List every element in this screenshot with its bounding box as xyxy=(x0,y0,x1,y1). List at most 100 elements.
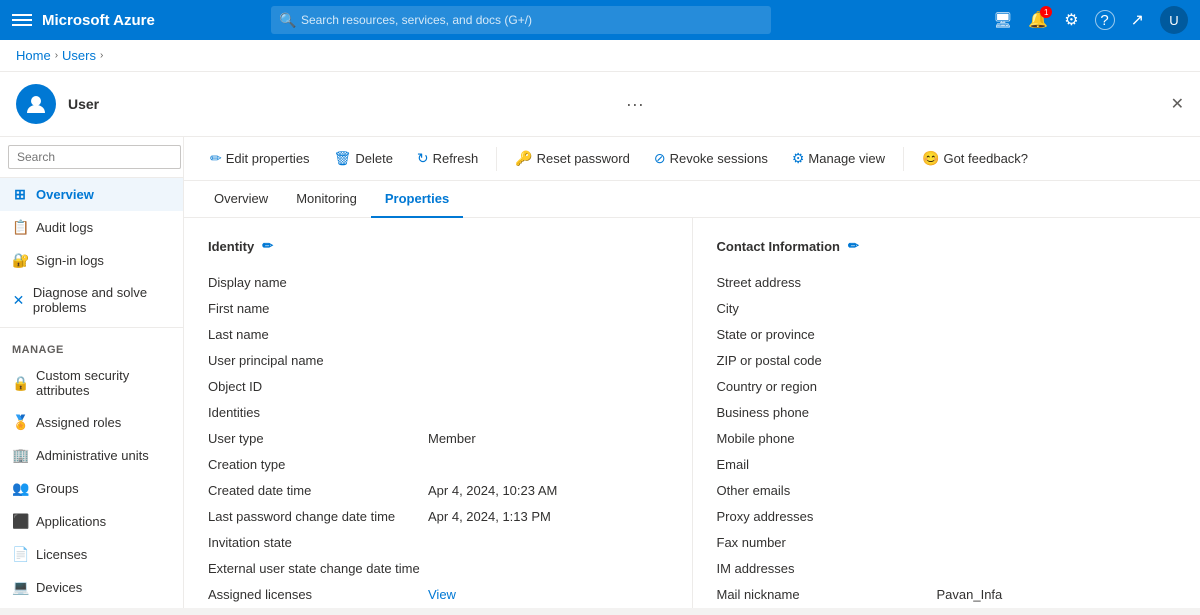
prop-label-display-name: Display name xyxy=(208,275,428,290)
sidebar-label-sign-in-logs: Sign-in logs xyxy=(36,253,104,268)
licenses-icon: 📄 xyxy=(12,546,28,563)
prop-street: Street address xyxy=(717,270,1177,296)
app-logo: Microsoft Azure xyxy=(42,12,155,29)
tab-monitoring[interactable]: Monitoring xyxy=(282,181,371,218)
groups-icon: 👥 xyxy=(12,480,28,497)
prop-im-addresses: IM addresses xyxy=(717,556,1177,582)
properties-area: Identity ✏ Display name First name Last … xyxy=(184,218,1200,608)
sign-in-logs-icon: 🔐 xyxy=(12,252,28,269)
contact-edit-icon[interactable]: ✏ xyxy=(848,238,859,254)
sidebar-item-sign-in-logs[interactable]: 🔐 Sign-in logs xyxy=(0,244,183,277)
sidebar-label-admin-units: Administrative units xyxy=(36,448,149,463)
identity-edit-icon[interactable]: ✏ xyxy=(262,238,273,254)
sidebar-item-licenses[interactable]: 📄 Licenses xyxy=(0,538,183,571)
sidebar-item-audit-logs[interactable]: 📋 Audit logs xyxy=(0,211,183,244)
prop-zip: ZIP or postal code xyxy=(717,348,1177,374)
prop-creation-type: Creation type xyxy=(208,452,668,478)
prop-value-user-type: Member xyxy=(428,431,476,446)
sidebar-label-custom-security: Custom security attributes xyxy=(36,368,171,398)
user-avatar[interactable]: U xyxy=(1160,6,1188,34)
main-layout: « ⊞ Overview 📋 Audit logs 🔐 Sign-in logs… xyxy=(0,137,1200,608)
got-feedback-button[interactable]: 😊 Got feedback? xyxy=(912,145,1038,172)
tab-properties[interactable]: Properties xyxy=(371,181,463,218)
prop-country: Country or region xyxy=(717,374,1177,400)
sidebar-item-devices[interactable]: 💻 Devices xyxy=(0,571,183,604)
prop-label-business-phone: Business phone xyxy=(717,405,937,420)
search-input[interactable] xyxy=(271,6,771,34)
refresh-button[interactable]: ↻ Refresh xyxy=(407,145,488,172)
feedback-icon[interactable]: ↗ xyxy=(1131,10,1144,30)
reset-password-button[interactable]: 🔑 Reset password xyxy=(505,145,640,172)
content-area: ✏ Edit properties 🗑 Delete ↻ Refresh 🔑 R… xyxy=(184,137,1200,608)
diagnose-icon: ✕ xyxy=(12,292,25,309)
prop-label-first-name: First name xyxy=(208,301,428,316)
prop-proxy-addresses: Proxy addresses xyxy=(717,504,1177,530)
prop-label-created-datetime: Created date time xyxy=(208,483,428,498)
prop-assigned-licenses: Assigned licenses View xyxy=(208,582,668,608)
sidebar-label-audit-logs: Audit logs xyxy=(36,220,93,235)
prop-label-city: City xyxy=(717,301,937,316)
hamburger-menu[interactable] xyxy=(12,14,32,26)
help-icon[interactable]: ? xyxy=(1095,10,1115,30)
got-feedback-label: Got feedback? xyxy=(943,151,1028,166)
prop-created-datetime: Created date time Apr 4, 2024, 10:23 AM xyxy=(208,478,668,504)
delete-button[interactable]: 🗑 Delete xyxy=(324,145,403,172)
sidebar-item-azure-roles[interactable]: ⭐ Azure role assignments xyxy=(0,604,183,608)
contact-title: Contact Information xyxy=(717,239,841,254)
sidebar-item-custom-security[interactable]: 🔒 Custom security attributes xyxy=(0,360,183,406)
prop-label-mobile-phone: Mobile phone xyxy=(717,431,937,446)
toolbar-separator-2 xyxy=(903,147,904,171)
tab-overview[interactable]: Overview xyxy=(200,181,282,218)
cloud-shell-icon[interactable]: 🖥 xyxy=(993,11,1012,29)
breadcrumb-users[interactable]: Users xyxy=(62,48,96,63)
sidebar-item-overview[interactable]: ⊞ Overview xyxy=(0,178,183,211)
assigned-roles-icon: 🏅 xyxy=(12,414,28,431)
manage-view-button[interactable]: ⚙ Manage view xyxy=(782,145,895,172)
sidebar-search-input[interactable] xyxy=(8,145,181,169)
sidebar-item-assigned-roles[interactable]: 🏅 Assigned roles xyxy=(0,406,183,439)
close-button[interactable]: ✕ xyxy=(1171,94,1184,114)
sidebar-label-groups: Groups xyxy=(36,481,79,496)
prop-value-assigned-licenses[interactable]: View xyxy=(428,587,456,602)
prop-label-upn: User principal name xyxy=(208,353,428,368)
prop-upn: User principal name xyxy=(208,348,668,374)
revoke-sessions-button[interactable]: ⊘ Revoke sessions xyxy=(644,145,778,172)
prop-first-name: First name xyxy=(208,296,668,322)
sidebar-label-applications: Applications xyxy=(36,514,106,529)
refresh-icon: ↻ xyxy=(417,150,429,167)
prop-last-pw-change: Last password change date time Apr 4, 20… xyxy=(208,504,668,530)
sidebar-item-admin-units[interactable]: 🏢 Administrative units xyxy=(0,439,183,472)
user-header-info: User xyxy=(68,96,99,112)
prop-label-proxy-addresses: Proxy addresses xyxy=(717,509,937,524)
edit-properties-icon: ✏ xyxy=(210,150,222,167)
more-options-button[interactable]: ··· xyxy=(626,94,644,115)
sidebar-item-diagnose[interactable]: ✕ Diagnose and solve problems xyxy=(0,277,183,323)
toolbar-separator-1 xyxy=(496,147,497,171)
sidebar-label-overview: Overview xyxy=(36,187,94,202)
topbar: Microsoft Azure 🔍 🖥 🔔 1 ⚙ ? ↗ U xyxy=(0,0,1200,40)
prop-city: City xyxy=(717,296,1177,322)
prop-value-created-datetime: Apr 4, 2024, 10:23 AM xyxy=(428,483,557,498)
user-header: User ··· ✕ xyxy=(0,72,1200,137)
prop-label-email: Email xyxy=(717,457,937,472)
prop-last-name: Last name xyxy=(208,322,668,348)
prop-label-fax: Fax number xyxy=(717,535,937,550)
prop-label-street: Street address xyxy=(717,275,937,290)
notification-badge: 1 xyxy=(1040,6,1052,18)
overview-icon: ⊞ xyxy=(12,186,28,203)
sidebar-item-applications[interactable]: ⬛ Applications xyxy=(0,505,183,538)
breadcrumb-sep-2: › xyxy=(100,50,103,61)
breadcrumb-home[interactable]: Home xyxy=(16,48,51,63)
sidebar-item-groups[interactable]: 👥 Groups xyxy=(0,472,183,505)
prop-label-identities: Identities xyxy=(208,405,428,420)
applications-icon: ⬛ xyxy=(12,513,28,530)
sidebar-label-licenses: Licenses xyxy=(36,547,87,562)
settings-icon[interactable]: ⚙ xyxy=(1064,10,1078,30)
prop-label-last-name: Last name xyxy=(208,327,428,342)
right-column: Contact Information ✏ Street address Cit… xyxy=(693,218,1200,608)
prop-other-emails: Other emails xyxy=(717,478,1177,504)
notifications-icon[interactable]: 🔔 1 xyxy=(1028,10,1048,30)
edit-properties-button[interactable]: ✏ Edit properties xyxy=(200,145,320,172)
reset-password-label: Reset password xyxy=(537,151,630,166)
feedback-icon-btn: 😊 xyxy=(922,150,939,167)
